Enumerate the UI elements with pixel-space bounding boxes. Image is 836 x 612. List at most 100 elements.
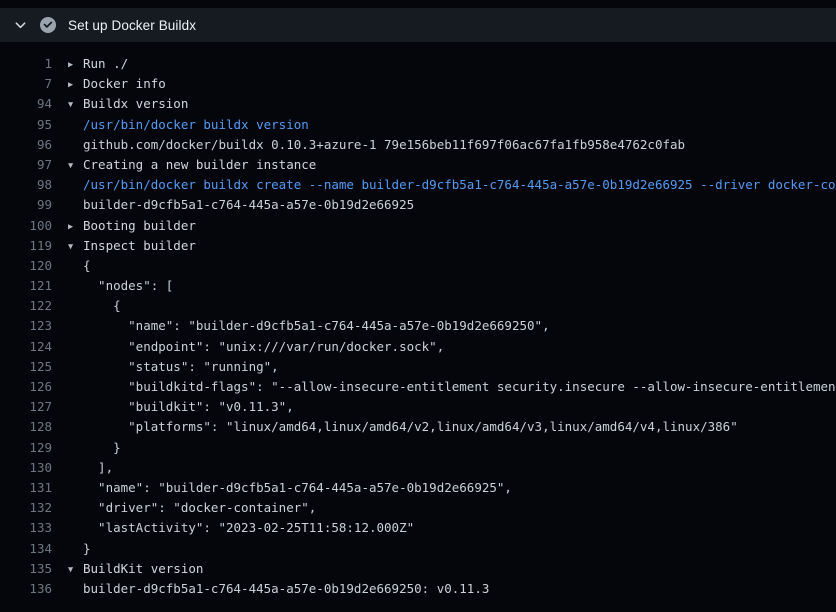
line-number: 128	[0, 417, 52, 437]
triangle-down-icon[interactable]: ▼	[68, 156, 83, 175]
line-number: 95	[0, 115, 52, 135]
command-text: /usr/bin/docker buildx version	[52, 115, 309, 135]
log-group-row[interactable]: 119▼Inspect builder	[0, 236, 836, 256]
line-number: 125	[0, 357, 52, 377]
output-text: builder-d9cfb5a1-c764-445a-a57e-0b19d2e6…	[52, 195, 414, 215]
line-number: 123	[0, 316, 52, 336]
group-title: ▼Buildx version	[52, 94, 188, 114]
log-line: 133 "lastActivity": "2023-02-25T11:58:12…	[0, 518, 836, 538]
output-text: {	[52, 256, 91, 276]
step-header[interactable]: Set up Docker Buildx	[0, 8, 836, 42]
line-number: 132	[0, 498, 52, 518]
line-number: 100	[0, 216, 52, 236]
log-line: 126 "buildkitd-flags": "--allow-insecure…	[0, 377, 836, 397]
output-text: builder-d9cfb5a1-c764-445a-a57e-0b19d2e6…	[52, 579, 489, 599]
line-number: 98	[0, 175, 52, 195]
log-line: 99builder-d9cfb5a1-c764-445a-a57e-0b19d2…	[0, 195, 836, 215]
log-line: 95/usr/bin/docker buildx version	[0, 115, 836, 135]
output-text: "buildkit": "v0.11.3",	[52, 397, 294, 417]
output-text: "driver": "docker-container",	[52, 498, 316, 518]
line-number: 122	[0, 296, 52, 316]
line-number: 121	[0, 276, 52, 296]
group-title-label: Docker info	[83, 76, 166, 91]
log-group-row[interactable]: 100▶Booting builder	[0, 216, 836, 236]
group-title: ▶Booting builder	[52, 216, 196, 236]
group-title-label: Run ./	[83, 56, 128, 71]
log-line: 132 "driver": "docker-container",	[0, 498, 836, 518]
line-number: 97	[0, 155, 52, 175]
line-number: 136	[0, 579, 52, 599]
log-group-row[interactable]: 1▶Run ./	[0, 54, 836, 74]
output-text: "status": "running",	[52, 357, 279, 377]
line-number: 1	[0, 54, 52, 74]
line-number: 94	[0, 94, 52, 114]
group-title: ▼Creating a new builder instance	[52, 155, 316, 175]
group-title: ▶Docker info	[52, 74, 166, 94]
output-text: "nodes": [	[52, 276, 173, 296]
group-title-label: BuildKit version	[83, 561, 203, 576]
triangle-down-icon[interactable]: ▼	[68, 560, 83, 579]
log-group-row[interactable]: 97▼Creating a new builder instance	[0, 155, 836, 175]
output-text: "name": "builder-d9cfb5a1-c764-445a-a57e…	[52, 316, 550, 336]
line-number: 99	[0, 195, 52, 215]
line-number: 130	[0, 458, 52, 478]
log-line: 98/usr/bin/docker buildx create --name b…	[0, 175, 836, 195]
triangle-right-icon[interactable]: ▶	[68, 217, 83, 236]
group-title-label: Booting builder	[83, 218, 196, 233]
log-line: 124 "endpoint": "unix:///var/run/docker.…	[0, 337, 836, 357]
line-number: 131	[0, 478, 52, 498]
line-number: 119	[0, 236, 52, 256]
line-number: 135	[0, 559, 52, 579]
chevron-down-icon[interactable]	[12, 17, 28, 33]
output-text: github.com/docker/buildx 0.10.3+azure-1 …	[52, 135, 685, 155]
triangle-down-icon[interactable]: ▼	[68, 237, 83, 256]
output-text: {	[52, 296, 121, 316]
group-title-label: Buildx version	[83, 96, 188, 111]
output-text: ],	[52, 458, 113, 478]
group-title-label: Creating a new builder instance	[83, 157, 316, 172]
line-number: 124	[0, 337, 52, 357]
log-line: 127 "buildkit": "v0.11.3",	[0, 397, 836, 417]
log-line: 134}	[0, 539, 836, 559]
log-line: 136builder-d9cfb5a1-c764-445a-a57e-0b19d…	[0, 579, 836, 599]
line-number: 7	[0, 74, 52, 94]
log-line: 129 }	[0, 438, 836, 458]
output-text: "name": "builder-d9cfb5a1-c764-445a-a57e…	[52, 478, 512, 498]
triangle-right-icon[interactable]: ▶	[68, 75, 83, 94]
line-number: 120	[0, 256, 52, 276]
log-line: 96github.com/docker/buildx 0.10.3+azure-…	[0, 135, 836, 155]
log-line: 122 {	[0, 296, 836, 316]
output-text: }	[52, 539, 91, 559]
log-line: 125 "status": "running",	[0, 357, 836, 377]
output-text: "buildkitd-flags": "--allow-insecure-ent…	[52, 377, 836, 397]
step-title: Set up Docker Buildx	[68, 18, 196, 33]
group-title-label: Inspect builder	[83, 238, 196, 253]
line-number: 134	[0, 539, 52, 559]
log-line: 120{	[0, 256, 836, 276]
line-number: 133	[0, 518, 52, 538]
log-line: 130 ],	[0, 458, 836, 478]
output-text: "endpoint": "unix:///var/run/docker.sock…	[52, 337, 444, 357]
check-circle-icon	[40, 17, 56, 33]
output-text: "platforms": "linux/amd64,linux/amd64/v2…	[52, 417, 738, 437]
log-line: 123 "name": "builder-d9cfb5a1-c764-445a-…	[0, 316, 836, 336]
group-title: ▶Run ./	[52, 54, 128, 74]
line-number: 127	[0, 397, 52, 417]
log-group-row[interactable]: 94▼Buildx version	[0, 94, 836, 114]
log-line: 131 "name": "builder-d9cfb5a1-c764-445a-…	[0, 478, 836, 498]
log-line: 121 "nodes": [	[0, 276, 836, 296]
group-title: ▼Inspect builder	[52, 236, 196, 256]
group-title: ▼BuildKit version	[52, 559, 203, 579]
line-number: 129	[0, 438, 52, 458]
triangle-right-icon[interactable]: ▶	[68, 55, 83, 74]
line-number: 96	[0, 135, 52, 155]
log-viewer: 1▶Run ./7▶Docker info94▼Buildx version95…	[0, 42, 836, 599]
output-text: }	[52, 438, 121, 458]
output-text: "lastActivity": "2023-02-25T11:58:12.000…	[52, 518, 414, 538]
log-line: 128 "platforms": "linux/amd64,linux/amd6…	[0, 417, 836, 437]
line-number: 126	[0, 377, 52, 397]
log-group-row[interactable]: 135▼BuildKit version	[0, 559, 836, 579]
command-text: /usr/bin/docker buildx create --name bui…	[52, 175, 836, 195]
triangle-down-icon[interactable]: ▼	[68, 95, 83, 114]
log-group-row[interactable]: 7▶Docker info	[0, 74, 836, 94]
